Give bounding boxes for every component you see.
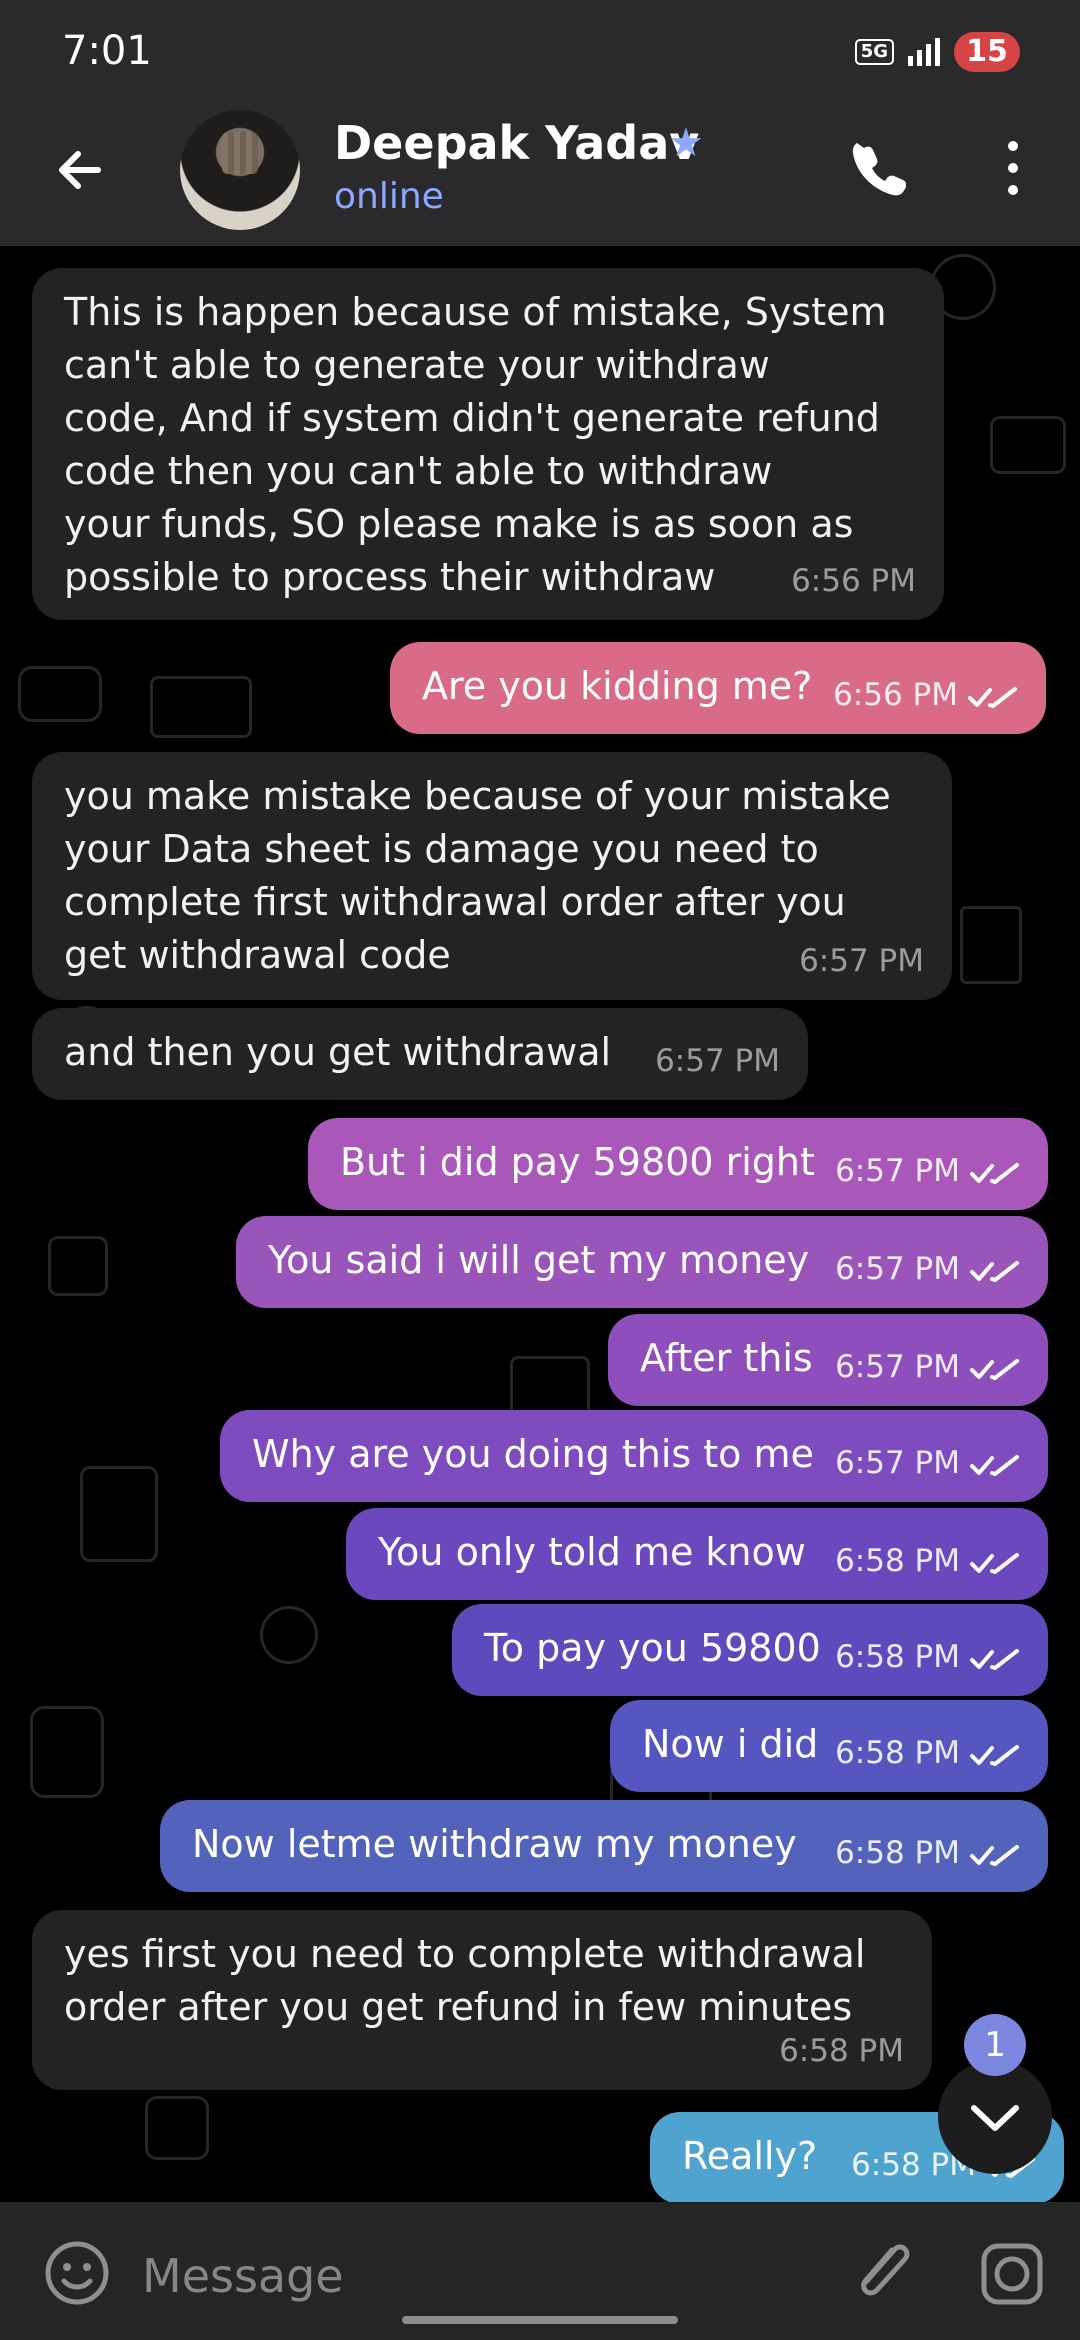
status-icons: 5G 15 [854, 32, 1020, 72]
message-bubble-incoming[interactable]: yes first you need to complete withdrawa… [32, 1910, 932, 2090]
unread-badge: 1 [964, 2014, 1026, 2076]
message-time: 6:57 PM [835, 1445, 960, 1481]
back-arrow-icon[interactable] [52, 142, 108, 198]
double-check-icon [970, 1648, 1019, 1670]
message-bubble-outgoing[interactable]: To pay you 59800 6:58 PM [452, 1604, 1048, 1696]
network-5g-icon: 5G [854, 39, 894, 65]
double-check-icon [970, 1744, 1019, 1766]
scroll-down-button[interactable] [938, 2060, 1052, 2174]
message-meta: 6:58 PM [835, 1727, 1020, 1780]
message-text: you make mistake because of your mistake… [64, 774, 891, 977]
message-meta: 6:58 PM [835, 1535, 1020, 1588]
message-bubble-outgoing[interactable]: You said i will get my money 6:57 PM [236, 1216, 1048, 1308]
message-bubble-outgoing[interactable]: You only told me know 6:58 PM [346, 1508, 1048, 1600]
double-check-icon [970, 1358, 1019, 1380]
message-text: yes first you need to complete withdrawa… [64, 1932, 866, 2029]
paperclip-icon[interactable] [846, 2232, 916, 2310]
message-meta: 6:57 PM [835, 1437, 1020, 1490]
double-check-icon [970, 1260, 1019, 1282]
message-meta: 6:57 PM [835, 1243, 1020, 1296]
doodle-shape [150, 676, 252, 738]
message-time: 6:58 PM [835, 1639, 960, 1675]
doodle-shape [960, 906, 1022, 984]
status-bar: 7:01 5G 15 [0, 0, 1080, 110]
battery-indicator: 15 [954, 32, 1020, 72]
contact-status: online [334, 176, 444, 217]
message-meta: 6:58 PM [835, 1827, 1020, 1880]
message-time: 6:58 PM [835, 1543, 960, 1579]
message-time: 6:57 PM [835, 1251, 960, 1287]
message-time: 6:57 PM [835, 1153, 960, 1189]
doodle-shape [990, 416, 1066, 474]
more-vertical-icon[interactable] [995, 138, 1031, 198]
message-time: 6:56 PM [791, 563, 916, 599]
doodle-shape [145, 2096, 209, 2160]
message-bubble-outgoing[interactable]: After this 6:57 PM [608, 1314, 1048, 1406]
message-time: 6:56 PM [833, 677, 958, 713]
message-bubble-outgoing[interactable]: Why are you doing this to me 6:57 PM [220, 1410, 1048, 1502]
message-input[interactable] [140, 2240, 794, 2312]
message-bubble-incoming[interactable]: you make mistake because of your mistake… [32, 752, 952, 1000]
message-text: This is happen because of mistake, Syste… [64, 290, 887, 599]
message-time: 6:57 PM [799, 943, 924, 979]
message-bubble-outgoing[interactable]: Now i did 6:58 PM [610, 1700, 1048, 1792]
message-meta: 6:58 PM [835, 1631, 1020, 1684]
double-check-icon [970, 1552, 1019, 1574]
message-bubble-incoming[interactable]: and then you get withdrawal 6:57 PM [32, 1008, 808, 1100]
message-time: 6:58 PM [835, 1835, 960, 1871]
doodle-shape [48, 1236, 108, 1296]
doodle-shape [80, 1466, 158, 1562]
doodle-shape [18, 666, 102, 722]
camera-icon[interactable] [976, 2238, 1048, 2310]
message-meta: 6:57 PM [835, 1341, 1020, 1394]
doodle-shape [30, 1706, 104, 1798]
message-time: 6:58 PM [835, 1735, 960, 1771]
status-time: 7:01 [62, 28, 152, 74]
doodle-shape [260, 1606, 318, 1664]
message-time: 6:58 PM [779, 2033, 904, 2069]
message-bubble-outgoing[interactable]: But i did pay 59800 right 6:57 PM [308, 1118, 1048, 1210]
message-meta: 6:57 PM [835, 1145, 1020, 1198]
double-check-icon [970, 1454, 1019, 1476]
message-time: 6:57 PM [835, 1349, 960, 1385]
home-indicator [402, 2316, 678, 2324]
message-bubble-outgoing[interactable]: Now letme withdraw my money 6:58 PM [160, 1800, 1048, 1892]
contact-name[interactable]: Deepak Yadav [334, 116, 699, 170]
double-check-icon [970, 1162, 1019, 1184]
message-bubble-incoming[interactable]: This is happen because of mistake, Syste… [32, 268, 944, 620]
signal-icon [908, 38, 940, 66]
message-meta: 6:56 PM [833, 669, 1018, 722]
emoji-icon[interactable] [42, 2238, 112, 2308]
avatar[interactable] [180, 110, 300, 230]
blurred-face [222, 132, 258, 174]
phone-icon[interactable] [850, 140, 906, 196]
star-icon: ★ [668, 120, 704, 166]
message-time: 6:57 PM [655, 1043, 780, 1079]
double-check-icon [970, 1844, 1019, 1866]
double-check-icon [968, 686, 1017, 708]
message-bubble-outgoing[interactable]: Are you kidding me? 6:56 PM [390, 642, 1046, 734]
chevron-down-icon [971, 2105, 1019, 2131]
